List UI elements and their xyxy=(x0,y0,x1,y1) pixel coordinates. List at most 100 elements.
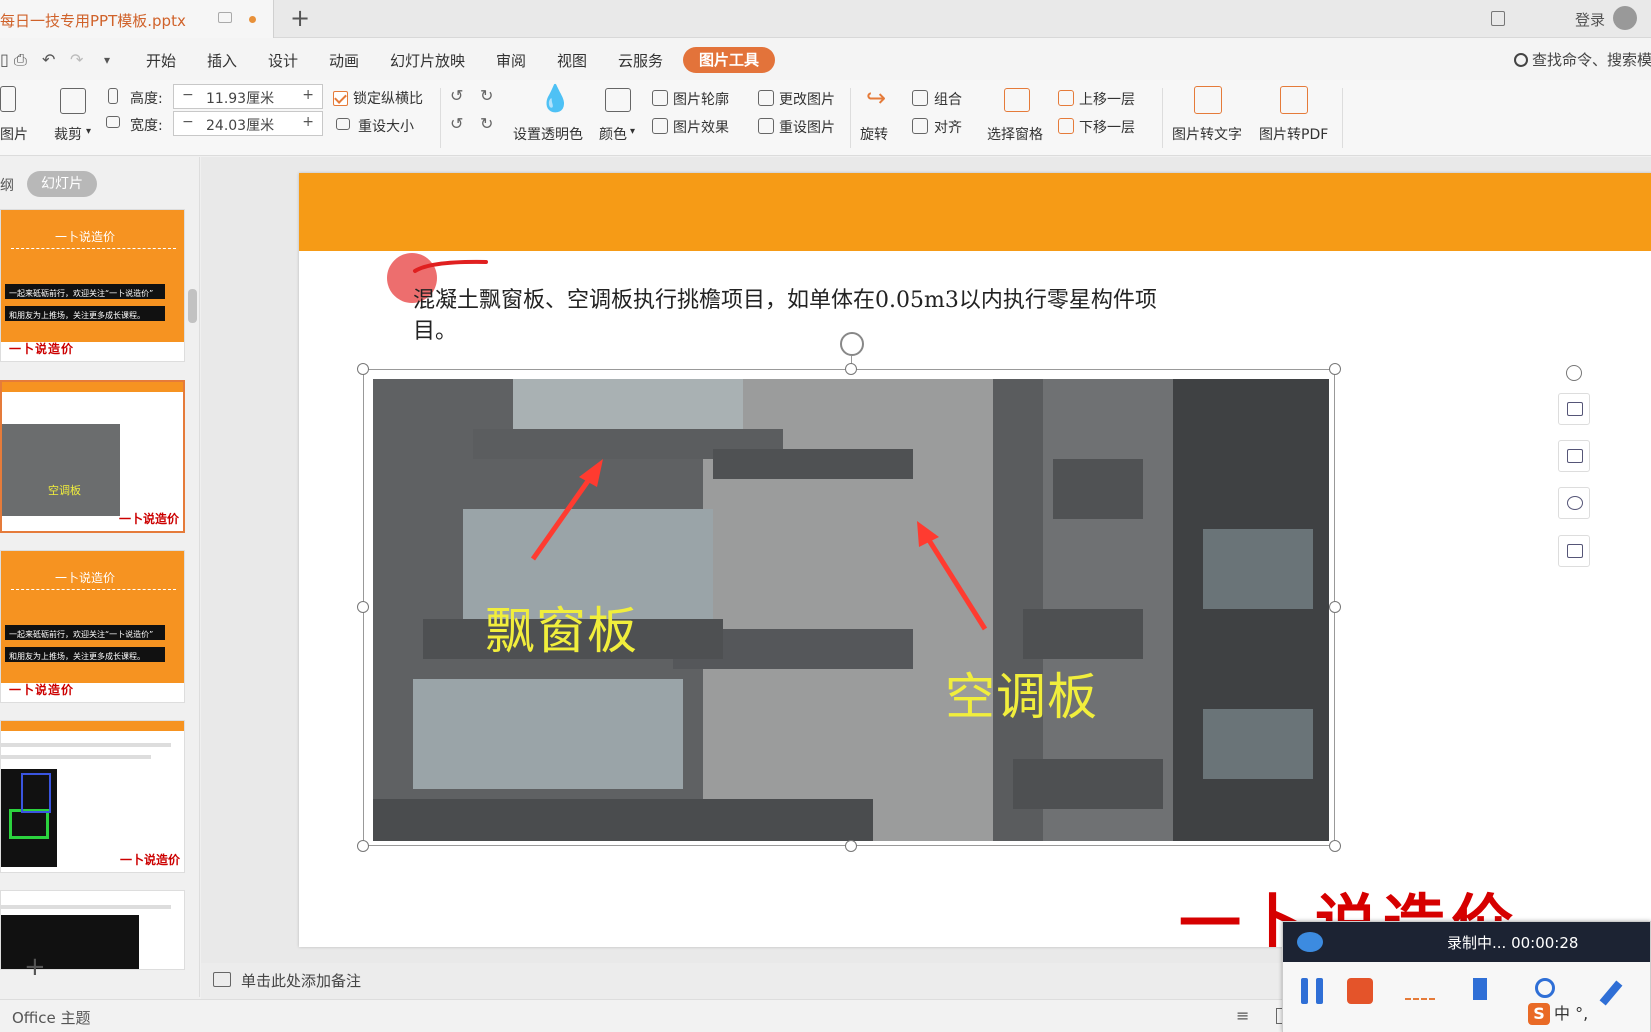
slide-thumbnail-2[interactable]: 空调板 一卜说造价 xyxy=(0,380,185,533)
redo-icon[interactable]: ↷ xyxy=(70,50,83,69)
height-value[interactable]: 11.93厘米 xyxy=(206,88,274,108)
width-value[interactable]: 24.03厘米 xyxy=(206,115,274,135)
menu-design[interactable]: 设计 xyxy=(268,50,298,71)
stop-button[interactable] xyxy=(1347,978,1373,1004)
image-to-pdf-button[interactable]: 图片转PDF xyxy=(1259,124,1328,144)
width-decrease-button[interactable]: − xyxy=(182,114,194,130)
pen-tool-icon[interactable] xyxy=(1469,976,1499,1006)
ime-mode[interactable]: 中 °, xyxy=(1554,1004,1588,1023)
building-photo[interactable]: 飘窗板 空调板 xyxy=(373,379,1329,841)
line-tool-icon[interactable] xyxy=(1405,976,1435,1006)
bring-forward-icon[interactable] xyxy=(1058,90,1074,106)
change-image-icon[interactable] xyxy=(758,90,774,106)
resize-handle-nw[interactable] xyxy=(357,363,369,375)
width-input[interactable]: − 24.03厘米 + xyxy=(173,111,323,136)
menu-home[interactable]: 开始 xyxy=(146,50,176,71)
layers-button[interactable] xyxy=(1558,393,1590,425)
rotate-left-icon[interactable]: ↺ xyxy=(450,86,463,105)
slide-body-text[interactable]: 混凝土飘窗板、空调板执行挑檐项目，如单体在0.05m3以内执行零星构件项目。 xyxy=(413,285,1193,347)
selection-pane-button[interactable]: 选择窗格 xyxy=(987,124,1043,144)
menu-insert[interactable]: 插入 xyxy=(207,50,237,71)
outline-tab[interactable]: 纲 xyxy=(0,175,14,195)
outline-icon[interactable] xyxy=(652,90,668,106)
set-transparent-button[interactable]: 设置透明色 xyxy=(513,124,583,144)
rotate-handle[interactable] xyxy=(840,332,864,356)
picture-outline-button[interactable]: 图片轮廓 xyxy=(673,89,729,109)
flip-horizontal-icon[interactable]: ↻ xyxy=(480,114,493,133)
send-backward-button[interactable]: 下移一层 xyxy=(1079,117,1135,137)
flip-vertical-icon[interactable]: ↺ xyxy=(450,114,463,133)
pause-button[interactable] xyxy=(1301,978,1323,1004)
resize-handle-ne[interactable] xyxy=(1329,363,1341,375)
crop-dropdown-icon[interactable]: ▾ xyxy=(86,126,91,137)
reset-image-button[interactable]: 重设图片 xyxy=(779,117,835,137)
theme-name[interactable]: Office 主题 xyxy=(12,1007,91,1028)
pencil-icon[interactable] xyxy=(1599,976,1631,1006)
menu-animation[interactable]: 动画 xyxy=(329,50,359,71)
align-button[interactable]: 对齐 xyxy=(934,117,962,137)
image-to-pdf-icon[interactable] xyxy=(1280,86,1308,114)
change-image-button[interactable]: 更改图片 xyxy=(779,89,835,109)
slide-thumbnail-1[interactable]: 一卜说造价 一起来砥砺前行，欢迎关注“一卜说造价” 和朋友为上推场，关注更多成长… xyxy=(0,209,185,362)
height-input[interactable]: − 11.93厘米 + xyxy=(173,84,323,109)
group-icon[interactable] xyxy=(912,90,928,106)
ime-toolbar[interactable]: S中 °, xyxy=(1528,1000,1588,1025)
fit-image-button[interactable] xyxy=(1558,535,1590,567)
rotate-button[interactable]: 旋转 xyxy=(860,124,888,144)
resize-handle-n[interactable] xyxy=(845,363,857,375)
resize-handle-w[interactable] xyxy=(357,601,369,613)
reset-size-button[interactable]: 重设大小 xyxy=(358,116,414,136)
print-icon[interactable]: ⎙ xyxy=(14,50,27,70)
image-to-text-button[interactable]: 图片转文字 xyxy=(1172,124,1242,144)
color-button[interactable]: 颜色 xyxy=(599,124,627,144)
width-increase-button[interactable]: + xyxy=(302,114,314,130)
add-slide-button[interactable]: + xyxy=(24,952,46,982)
effect-icon[interactable] xyxy=(652,118,668,134)
document-tab[interactable]: 每日一技专用PPT模板.pptx xyxy=(0,0,274,38)
notes-toggle-icon[interactable]: ≡ xyxy=(1236,1006,1249,1025)
insert-image-icon[interactable] xyxy=(0,86,16,112)
color-dropdown-icon[interactable]: ▾ xyxy=(630,126,635,137)
monitor-icon[interactable] xyxy=(218,12,232,23)
thumbnail-scrollbar[interactable] xyxy=(188,289,197,323)
align-icon[interactable] xyxy=(912,118,928,134)
send-backward-icon[interactable] xyxy=(1058,118,1074,134)
image-to-text-icon[interactable] xyxy=(1194,86,1222,114)
menu-cloud[interactable]: 云服务 xyxy=(618,50,663,71)
avatar[interactable] xyxy=(1613,6,1637,30)
bring-forward-button[interactable]: 上移一层 xyxy=(1079,89,1135,109)
undo-icon[interactable]: ↶ xyxy=(42,50,55,69)
menu-slideshow[interactable]: 幻灯片放映 xyxy=(390,50,465,71)
height-decrease-button[interactable]: − xyxy=(182,87,194,103)
login-button[interactable]: 登录 xyxy=(1575,9,1605,30)
picture-effect-button[interactable]: 图片效果 xyxy=(673,117,729,137)
current-slide[interactable]: 混凝土飘窗板、空调板执行挑檐项目，如单体在0.05m3以内执行零星构件项目。 飘… xyxy=(299,173,1651,947)
height-increase-button[interactable]: + xyxy=(302,87,314,103)
lock-ratio-label[interactable]: 锁定纵横比 xyxy=(353,88,423,108)
command-search[interactable]: 查找命令、搜索模 xyxy=(1514,49,1651,70)
customize-dropdown-icon[interactable]: ▾ xyxy=(104,53,110,67)
slides-tab[interactable]: 幻灯片 xyxy=(27,171,97,197)
rotate-right-icon[interactable]: ↻ xyxy=(480,86,493,105)
crop-icon[interactable] xyxy=(60,88,86,114)
slide-thumbnail-3[interactable]: 一卜说造价 一起来砥砺前行，欢迎关注“一卜说造价” 和朋友为上推场，关注更多成长… xyxy=(0,550,185,703)
resize-handle-e[interactable] xyxy=(1329,601,1341,613)
color-icon[interactable] xyxy=(605,88,631,112)
new-tab-button[interactable]: + xyxy=(290,4,310,32)
open-icon[interactable]: ▯ xyxy=(0,50,9,69)
lock-ratio-checkbox[interactable] xyxy=(333,91,348,106)
insert-image-label[interactable]: 图片 xyxy=(0,124,28,144)
slide-thumbnail-4[interactable]: 一卜说造价 xyxy=(0,720,185,873)
resize-handle-s[interactable] xyxy=(845,840,857,852)
collapse-float-toolbar[interactable] xyxy=(1558,357,1590,389)
group-button[interactable]: 组合 xyxy=(934,89,962,109)
menu-view[interactable]: 视图 xyxy=(557,50,587,71)
float-crop-button[interactable] xyxy=(1558,440,1590,472)
phone-icon[interactable] xyxy=(1491,11,1505,26)
resize-handle-se[interactable] xyxy=(1329,840,1341,852)
crop-button[interactable]: 裁剪 xyxy=(54,124,82,144)
transparent-color-icon[interactable]: 💧 xyxy=(539,84,571,114)
notes-placeholder[interactable]: 单击此处添加备注 xyxy=(241,970,361,991)
zoom-button[interactable] xyxy=(1558,487,1590,519)
reset-size-icon[interactable] xyxy=(336,118,350,130)
